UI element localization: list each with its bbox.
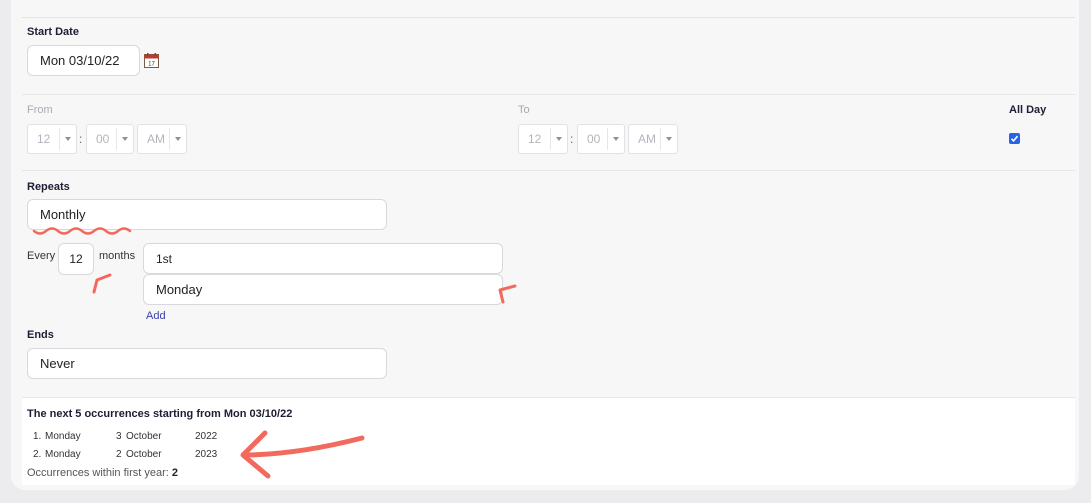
checkmark-annotation xyxy=(92,273,112,294)
arrow-annotation xyxy=(245,435,365,458)
squiggle-underline-annotation xyxy=(32,227,132,235)
checkmark-annotation xyxy=(498,284,517,304)
annotation-overlay xyxy=(32,227,517,479)
